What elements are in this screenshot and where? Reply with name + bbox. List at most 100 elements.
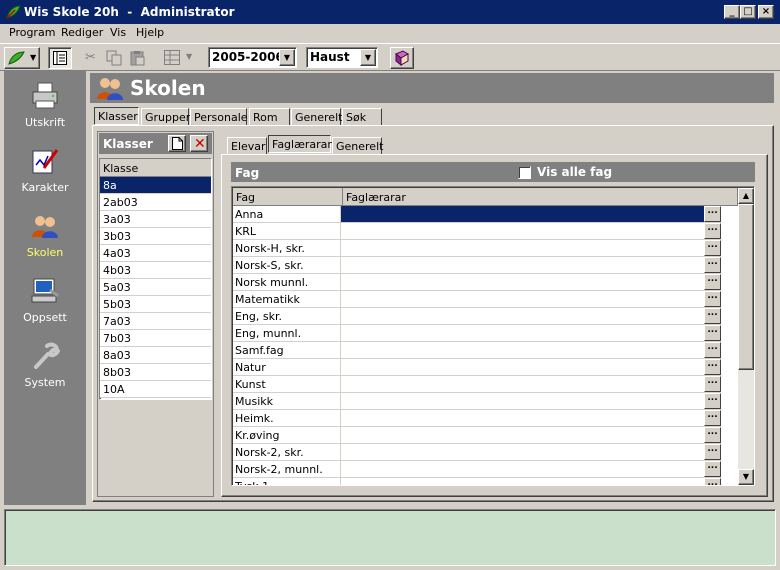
list-item[interactable]: 8a xyxy=(100,177,211,194)
delete-class-button[interactable]: ✕ xyxy=(190,135,208,152)
scrollbar-thumb[interactable] xyxy=(738,204,754,370)
tab-generelt[interactable]: Generelt xyxy=(291,108,342,126)
fag-cell[interactable]: Norsk munnl. xyxy=(233,274,341,290)
list-item[interactable]: 5b03 xyxy=(100,296,211,313)
table-row[interactable]: Samf.fag... xyxy=(233,342,721,359)
sidebar-item-oppsett[interactable]: Oppsett xyxy=(4,270,86,330)
faglaerarar-cell[interactable] xyxy=(341,325,721,341)
chevron-down-icon[interactable]: ▼ xyxy=(360,49,376,66)
faglaerarar-cell[interactable] xyxy=(341,291,721,307)
table-row[interactable]: Anna... xyxy=(233,206,721,223)
ellipsis-button[interactable]: ... xyxy=(704,223,721,239)
ellipsis-button[interactable]: ... xyxy=(704,325,721,341)
menu-program[interactable]: Program xyxy=(9,26,55,39)
ellipsis-button[interactable]: ... xyxy=(704,444,721,460)
faglaerarar-cell[interactable] xyxy=(341,461,721,477)
menu-vis[interactable]: Vis xyxy=(110,26,126,39)
tab-klasser[interactable]: Klasser xyxy=(94,107,139,125)
tab-elevar[interactable]: Elevar xyxy=(227,137,267,155)
faglaerarar-cell[interactable] xyxy=(341,342,721,358)
term-select[interactable]: Haust ▼ xyxy=(306,47,378,68)
ellipsis-button[interactable]: ... xyxy=(704,257,721,273)
faglaerarar-cell[interactable] xyxy=(341,257,721,273)
fag-cell[interactable]: Kunst xyxy=(233,376,341,392)
faglaerarar-cell[interactable] xyxy=(341,410,721,426)
table-row[interactable]: Tysk 1... xyxy=(233,478,721,485)
fag-cell[interactable]: Heimk. xyxy=(233,410,341,426)
ellipsis-button[interactable]: ... xyxy=(704,342,721,358)
sidebar-item-utskrift[interactable]: Utskrift xyxy=(4,75,86,135)
table-row[interactable]: KRL... xyxy=(233,223,721,240)
menu-hjelp[interactable]: Hjelp xyxy=(136,26,164,39)
ellipsis-button[interactable]: ... xyxy=(704,291,721,307)
chevron-down-icon[interactable]: ▼ xyxy=(279,49,295,66)
fag-cell[interactable]: Eng, skr. xyxy=(233,308,341,324)
tab-grupper[interactable]: Grupper xyxy=(141,108,190,126)
fag-cell[interactable]: Eng, munnl. xyxy=(233,325,341,341)
help-book-button[interactable] xyxy=(390,47,414,69)
tab-rom[interactable]: Rom xyxy=(249,108,290,126)
sidebar-item-skolen[interactable]: Skolen xyxy=(4,205,86,265)
faglaerarar-cell[interactable] xyxy=(341,206,721,222)
list-item[interactable]: 7a03 xyxy=(100,313,211,330)
table-row[interactable]: Kr.øving... xyxy=(233,427,721,444)
fag-cell[interactable]: KRL xyxy=(233,223,341,239)
tab-personale[interactable]: Personale xyxy=(190,108,248,126)
leaf-dropdown-button[interactable]: ▼ xyxy=(4,47,40,69)
ellipsis-button[interactable]: ... xyxy=(704,427,721,443)
view-toggle-button[interactable] xyxy=(48,47,72,69)
fag-cell[interactable]: Norsk-2, skr. xyxy=(233,444,341,460)
table-row[interactable]: Norsk-H, skr.... xyxy=(233,240,721,257)
vertical-scrollbar[interactable]: ▲ ▼ xyxy=(738,188,754,485)
table-row[interactable]: Norsk munnl.... xyxy=(233,274,721,291)
cut-button[interactable]: ✂ xyxy=(80,47,102,69)
table-row[interactable]: Kunst... xyxy=(233,376,721,393)
klasser-column-header[interactable]: Klasse xyxy=(100,159,211,177)
table-row[interactable]: Eng, munnl.... xyxy=(233,325,721,342)
fag-cell[interactable]: Samf.fag xyxy=(233,342,341,358)
fag-cell[interactable]: Norsk-2, munnl. xyxy=(233,461,341,477)
table-row[interactable]: Norsk-2, munnl.... xyxy=(233,461,721,478)
ellipsis-button[interactable]: ... xyxy=(704,410,721,426)
ellipsis-button[interactable]: ... xyxy=(704,274,721,290)
tab-generelt-sub[interactable]: Generelt xyxy=(332,137,383,155)
list-item[interactable]: 10A xyxy=(100,381,211,398)
fag-cell[interactable]: Matematikk xyxy=(233,291,341,307)
ellipsis-button[interactable]: ... xyxy=(704,359,721,375)
new-class-button[interactable] xyxy=(168,135,186,152)
close-button[interactable]: × xyxy=(758,5,774,19)
list-item[interactable]: 3b03 xyxy=(100,228,211,245)
ellipsis-button[interactable]: ... xyxy=(704,478,721,485)
faglaerarar-column-header[interactable]: Faglærarar xyxy=(343,188,738,206)
faglaerarar-cell[interactable] xyxy=(341,444,721,460)
list-item[interactable]: 5a03 xyxy=(100,279,211,296)
fag-cell[interactable]: Tysk 1 xyxy=(233,478,341,485)
list-item[interactable]: 4a03 xyxy=(100,245,211,262)
fag-cell[interactable]: Natur xyxy=(233,359,341,375)
table-row[interactable]: Matematikk... xyxy=(233,291,721,308)
table-row[interactable]: Heimk.... xyxy=(233,410,721,427)
paste-button[interactable] xyxy=(126,47,148,69)
show-all-checkbox[interactable] xyxy=(518,166,531,179)
fag-cell[interactable]: Musikk xyxy=(233,393,341,409)
sidebar-item-system[interactable]: System xyxy=(4,335,86,395)
fag-cell[interactable]: Anna xyxy=(233,206,341,222)
ellipsis-button[interactable]: ... xyxy=(704,206,721,222)
scroll-down-arrow-icon[interactable]: ▼ xyxy=(738,469,754,485)
list-item[interactable]: 7b03 xyxy=(100,330,211,347)
list-item[interactable]: 8a03 xyxy=(100,347,211,364)
table-row[interactable]: Norsk-2, skr.... xyxy=(233,444,721,461)
minimize-button[interactable]: _ xyxy=(724,5,740,19)
ellipsis-button[interactable]: ... xyxy=(704,376,721,392)
list-item[interactable]: 2ab03 xyxy=(100,194,211,211)
school-year-select[interactable]: 2005-2006 ▼ xyxy=(208,47,297,68)
scroll-up-arrow-icon[interactable]: ▲ xyxy=(738,188,754,204)
ellipsis-button[interactable]: ... xyxy=(704,393,721,409)
tab-faglaerarar[interactable]: Faglærarar xyxy=(268,135,332,153)
ellipsis-button[interactable]: ... xyxy=(704,240,721,256)
faglaerarar-cell[interactable] xyxy=(341,223,721,239)
faglaerarar-cell[interactable] xyxy=(341,427,721,443)
list-item[interactable]: 8b03 xyxy=(100,364,211,381)
fag-cell[interactable]: Norsk-S, skr. xyxy=(233,257,341,273)
faglaerarar-cell[interactable] xyxy=(341,359,721,375)
